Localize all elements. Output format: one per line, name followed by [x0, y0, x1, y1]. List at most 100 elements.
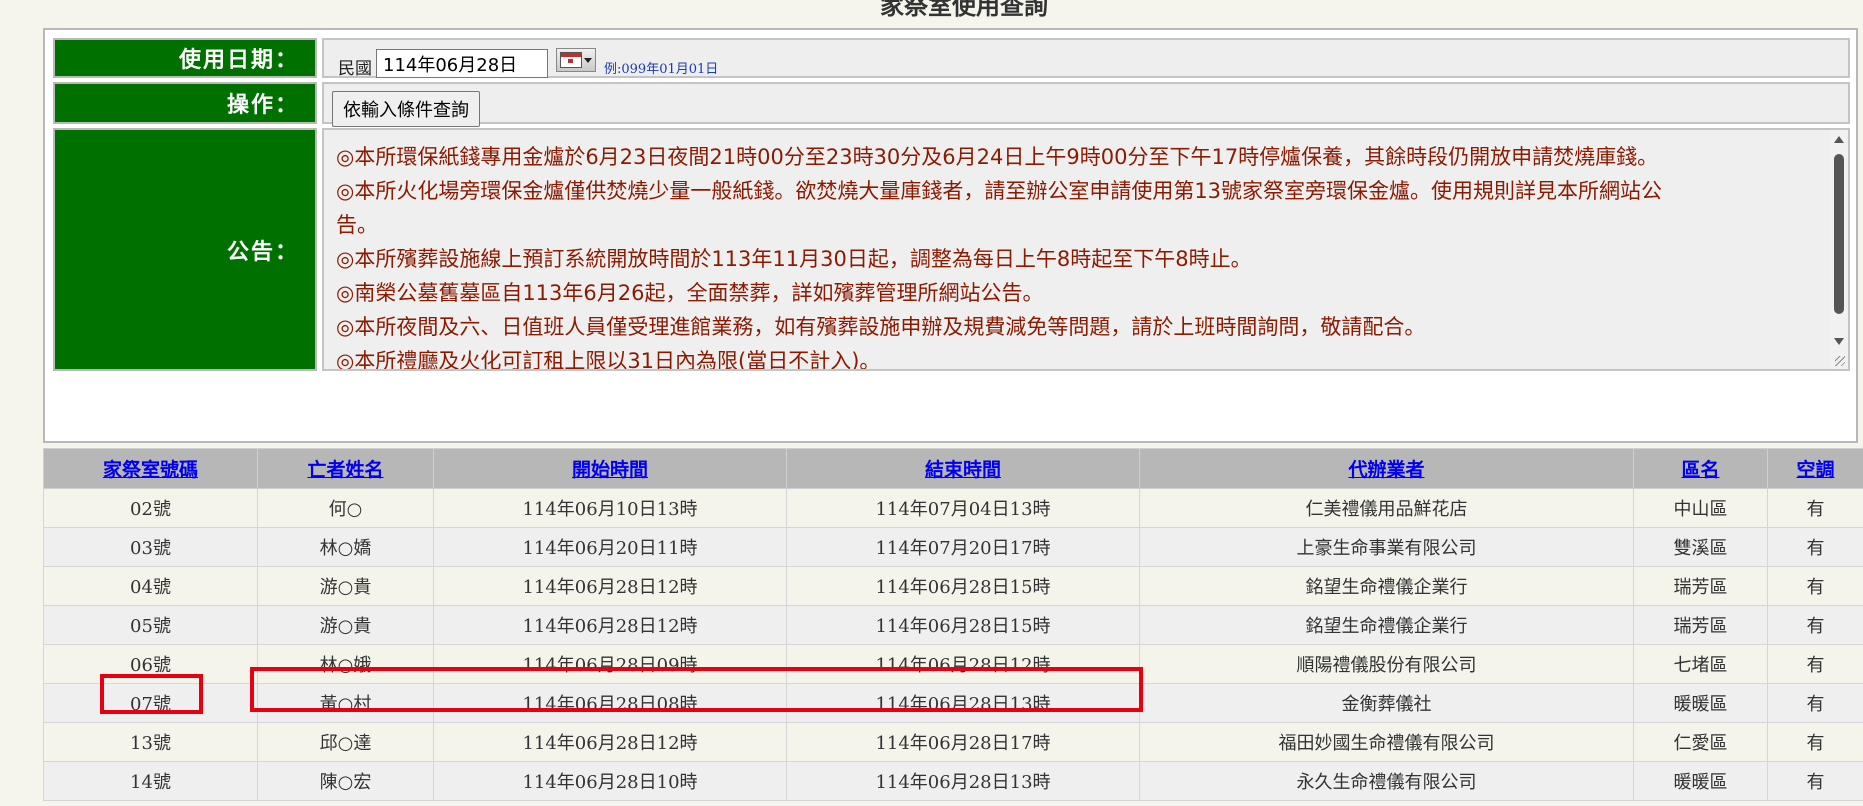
table-cell: 雙溪區 — [1633, 527, 1768, 567]
table-cell: 114年07月04日13時 — [786, 488, 1140, 528]
table-cell: 黃○村 — [257, 683, 434, 723]
table-cell: 上豪生命事業有限公司 — [1139, 527, 1634, 567]
table-body: 02號 何○ 114年06月10日13時 114年07月04日13時 仁美禮儀用品鮮花店… — [43, 488, 1863, 801]
table-cell: 06號 — [43, 644, 258, 684]
table-cell: 銘望生命禮儀企業行 — [1139, 605, 1634, 645]
table-cell: 05號 — [43, 605, 258, 645]
column-header: 空調 — [1767, 448, 1863, 489]
table-cell: 瑞芳區 — [1633, 566, 1768, 606]
notice-scrollbar[interactable] — [1830, 130, 1848, 369]
notice-item: ◎南榮公墓舊墓區自113年6月26起，全面禁葬，詳如殯葬管理所網站公告。 — [336, 281, 1044, 305]
notice-item: ◎本所夜間及六、日值班人員僅受理進館業務，如有殯葬設施申辦及規費減免等問題，請於… — [336, 315, 1426, 339]
column-sort-link[interactable]: 空調 — [1796, 459, 1834, 481]
date-era-prefix: 民國 — [338, 59, 372, 79]
column-sort-link[interactable]: 家祭室號碼 — [103, 459, 198, 481]
action-label: 操作： — [53, 82, 317, 124]
table-cell: 14號 — [43, 761, 258, 801]
table-row: 14號 陳○宏 114年06月28日10時 114年06月28日13時 永久生命禮儀有限… — [43, 761, 1863, 801]
table-cell: 七堵區 — [1633, 644, 1768, 684]
action-field-cell: 依輸入條件查詢 — [322, 82, 1850, 127]
calendar-icon — [560, 52, 582, 68]
notice-item: ◎本所禮廳及火化可訂租上限以31日內為限(當日不計入)。 — [336, 349, 881, 369]
table-cell: 暖暖區 — [1633, 761, 1768, 801]
dropdown-arrow-icon — [584, 57, 592, 63]
table-cell: 暖暖區 — [1633, 683, 1768, 723]
notice-item: ◎本所火化場旁環保金爐僅供焚燒少量一般紙錢。欲焚燒大量庫錢者，請至辦公室申請使用… — [336, 179, 1663, 203]
column-header: 區名 — [1633, 448, 1768, 489]
table-row: 04號 游○貴 114年06月28日12時 114年06月28日15時 銘望生命禮儀企業… — [43, 566, 1863, 606]
table-cell: 114年06月28日09時 — [433, 644, 787, 684]
date-input[interactable] — [376, 49, 548, 78]
table-cell: 仁美禮儀用品鮮花店 — [1139, 488, 1634, 528]
query-button[interactable]: 依輸入條件查詢 — [332, 91, 480, 127]
table-cell: 03號 — [43, 527, 258, 567]
table-cell: 有 — [1767, 644, 1863, 684]
column-header: 代辦業者 — [1139, 448, 1634, 489]
table-row: 02號 何○ 114年06月10日13時 114年07月04日13時 仁美禮儀用品鮮花店… — [43, 488, 1863, 528]
table-cell: 114年06月28日13時 — [786, 683, 1140, 723]
column-sort-link[interactable]: 開始時間 — [572, 459, 648, 481]
table-cell: 永久生命禮儀有限公司 — [1139, 761, 1634, 801]
table-cell: 114年06月28日08時 — [433, 683, 787, 723]
table-cell: 林○娥 — [257, 644, 434, 684]
table-cell: 陳○宏 — [257, 761, 434, 801]
column-sort-link[interactable]: 區名 — [1681, 459, 1719, 481]
table-cell: 何○ — [257, 488, 434, 528]
table-row: 07號 黃○村 114年06月28日08時 114年06月28日13時 金衡葬儀社 暖暖區… — [43, 683, 1863, 723]
table-cell: 有 — [1767, 761, 1863, 801]
page-title: 家祭室使用查詢 — [880, 0, 1048, 20]
table-cell: 有 — [1767, 722, 1863, 762]
table-cell: 114年06月28日13時 — [786, 761, 1140, 801]
resize-grip-icon[interactable] — [1835, 356, 1845, 366]
date-field-cell: 民國 例:099年01月01日 — [322, 38, 1850, 79]
table-cell: 順陽禮儀股份有限公司 — [1139, 644, 1634, 684]
table-cell: 114年06月28日15時 — [786, 566, 1140, 606]
table-cell: 07號 — [43, 683, 258, 723]
table-cell: 游○貴 — [257, 605, 434, 645]
table-cell: 114年06月28日12時 — [786, 644, 1140, 684]
notice-label: 公告： — [53, 128, 317, 371]
scroll-up-icon[interactable] — [1834, 136, 1844, 143]
column-sort-link[interactable]: 結束時間 — [925, 459, 1001, 481]
date-label: 使用日期： — [53, 38, 317, 78]
scroll-thumb[interactable] — [1834, 154, 1844, 314]
table-cell: 金衡葬儀社 — [1139, 683, 1634, 723]
table-cell: 福田妙國生命禮儀有限公司 — [1139, 722, 1634, 762]
table-cell: 林○嬌 — [257, 527, 434, 567]
table-cell: 114年07月20日17時 — [786, 527, 1140, 567]
table-cell: 銘望生命禮儀企業行 — [1139, 566, 1634, 606]
table-cell: 游○貴 — [257, 566, 434, 606]
column-header: 結束時間 — [786, 448, 1140, 489]
column-header: 家祭室號碼 — [43, 448, 258, 489]
column-sort-link[interactable]: 亡者姓名 — [307, 459, 383, 481]
table-header-row: 家祭室號碼 亡者姓名 開始時間 結束時間 代辦業者 區名 空調 — [43, 448, 1863, 489]
table-cell: 有 — [1767, 527, 1863, 567]
table-cell: 有 — [1767, 605, 1863, 645]
table-cell: 04號 — [43, 566, 258, 606]
table-cell: 中山區 — [1633, 488, 1768, 528]
table-cell: 瑞芳區 — [1633, 605, 1768, 645]
notice-box[interactable]: ◎本所環保紙錢專用金爐於6月23日夜間21時00分至23時30分及6月24日上午… — [322, 128, 1850, 371]
table-cell: 114年06月28日10時 — [433, 761, 787, 801]
table-cell: 仁愛區 — [1633, 722, 1768, 762]
table-cell: 114年06月10日13時 — [433, 488, 787, 528]
table-cell: 114年06月28日12時 — [433, 722, 787, 762]
notice-list: ◎本所環保紙錢專用金爐於6月23日夜間21時00分至23時30分及6月24日上午… — [324, 130, 1832, 369]
table-cell: 02號 — [43, 488, 258, 528]
table-cell: 有 — [1767, 566, 1863, 606]
table-cell: 114年06月28日17時 — [786, 722, 1140, 762]
query-form: 使用日期： 民國 例:099年01月01日 操作： 依輸入條件查詢 公告： ◎本… — [43, 28, 1858, 443]
notice-item: ◎本所殯葬設施線上預訂系統開放時間於113年11月30日起，調整為每日上午8時起… — [336, 247, 1252, 271]
table-cell: 114年06月20日11時 — [433, 527, 787, 567]
table-cell: 有 — [1767, 488, 1863, 528]
notice-item: ◎本所環保紙錢專用金爐於6月23日夜間21時00分至23時30分及6月24日上午… — [336, 145, 1659, 169]
scroll-down-icon[interactable] — [1834, 338, 1844, 345]
date-example-hint: 例:099年01月01日 — [604, 62, 719, 77]
column-sort-link[interactable]: 代辦業者 — [1348, 459, 1424, 481]
table-cell: 114年06月28日12時 — [433, 566, 787, 606]
reservation-table: 家祭室號碼 亡者姓名 開始時間 結束時間 代辦業者 區名 空調 02號 何○ 114年06月10… — [43, 448, 1863, 801]
table-cell: 114年06月28日12時 — [433, 605, 787, 645]
table-cell: 邱○達 — [257, 722, 434, 762]
calendar-button[interactable] — [556, 48, 596, 72]
table-row: 05號 游○貴 114年06月28日12時 114年06月28日15時 銘望生命禮儀企業… — [43, 605, 1863, 645]
